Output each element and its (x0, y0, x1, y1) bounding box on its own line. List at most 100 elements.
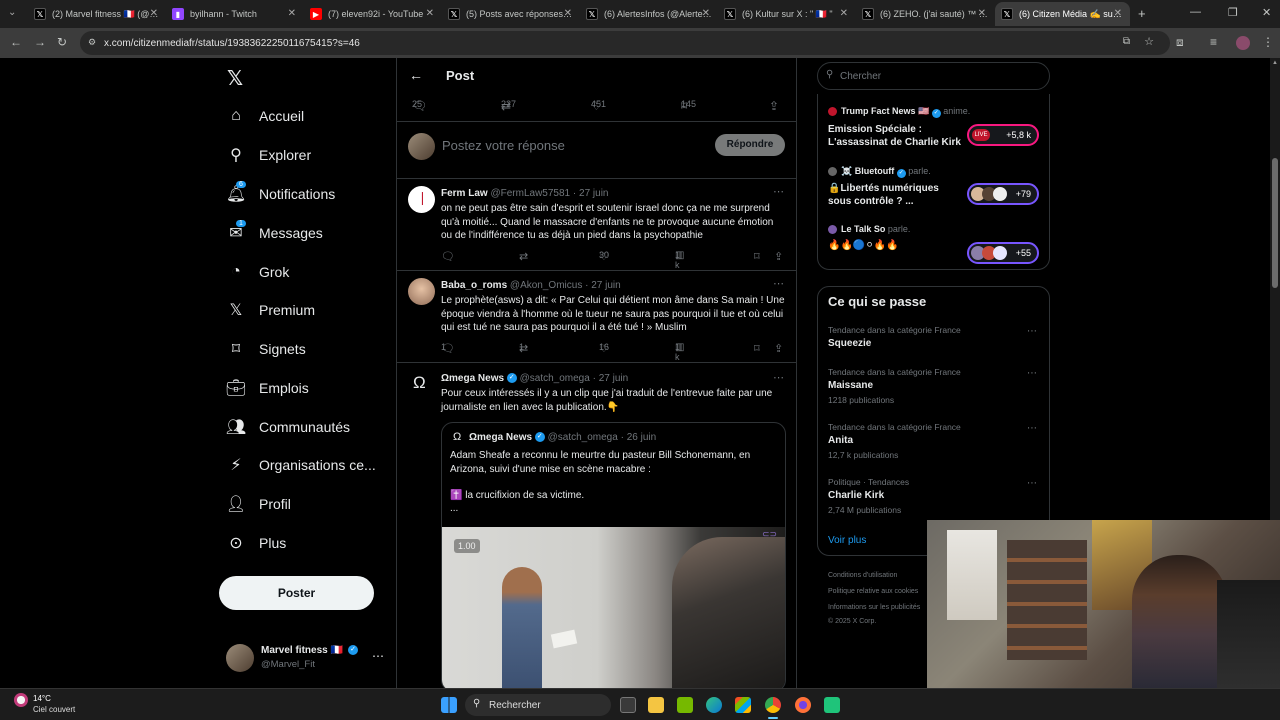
share-icon[interactable]: ⇪ (769, 99, 779, 113)
nav-item-emplois[interactable]: 💼︎ Emplois (226, 373, 309, 403)
quote-author[interactable]: Ωmega News ✓ @satch_omega · 26 juin (469, 432, 656, 443)
task-view-icon[interactable] (620, 697, 636, 713)
app-icon[interactable] (824, 697, 840, 713)
close-icon[interactable]: ✕ (978, 8, 986, 19)
reply-icon[interactable]: 🗨︎ (441, 250, 455, 263)
back-arrow-icon[interactable]: ← (409, 67, 423, 83)
reply-author[interactable]: Ferm Law @FermLaw57581 · 27 juin (441, 188, 608, 199)
quoted-tweet[interactable]: Ω Ωmega News ✓ @satch_omega · 26 juin Ad… (441, 422, 786, 688)
close-icon[interactable]: ✕ (840, 8, 848, 19)
edge-icon[interactable] (706, 697, 722, 713)
scrollbar-up-arrow[interactable]: ▲ (1272, 60, 1278, 66)
video-speed-badge[interactable]: 1.00 (454, 539, 480, 553)
reply-author[interactable]: Baba_o_roms @Akon_Omicus · 27 juin (441, 280, 621, 291)
firefox-icon[interactable] (795, 697, 811, 713)
browser-tab-3[interactable]: ▶ (7) eleven92i - YouTube ✕ (304, 2, 442, 26)
more-icon[interactable]: ⋯ (773, 277, 784, 290)
more-icon[interactable]: ⋯ (773, 185, 784, 198)
trend-more-icon[interactable]: ⋯ (1027, 368, 1037, 379)
windows-start-icon[interactable] (441, 697, 457, 713)
account-switcher[interactable]: Marvel fitness 🇫🇷 ✓ @Marvel_Fit ⋯ (226, 643, 386, 673)
footer-link[interactable]: Informations sur les publicités (828, 604, 920, 611)
install-app-icon[interactable]: ⧉ (1123, 36, 1130, 47)
extensions-icon[interactable]: ⧈ (1176, 35, 1184, 50)
nav-item-explorer[interactable]: ⚲ Explorer (227, 140, 311, 170)
new-tab-icon[interactable]: + (1138, 6, 1146, 21)
close-icon[interactable]: ✕ (150, 8, 158, 19)
close-icon[interactable]: ✕ (288, 8, 296, 19)
address-bar[interactable]: ⚙ x.com/citizenmediafr/status/1938362225… (80, 31, 1170, 55)
trend-more-icon[interactable]: ⋯ (1027, 423, 1037, 434)
nav-item-grok[interactable]: ◔ Grok (227, 257, 289, 287)
store-icon[interactable] (735, 697, 751, 713)
reload-icon[interactable]: ↻ (57, 35, 67, 49)
nav-item-premium[interactable]: 𝕏 Premium (227, 295, 315, 325)
nav-item-profil[interactable]: 👤︎ Profil (226, 489, 291, 519)
nav-item-accueil[interactable]: ⌂ Accueil (227, 101, 304, 131)
nav-item-communautes[interactable]: 👥︎ Communautés (226, 412, 350, 442)
video-player[interactable]: 1.00 ⊂⊃ (442, 527, 785, 688)
browser-tab-4[interactable]: 𝕏 (5) Posts avec réponses de ✕ (442, 2, 580, 26)
more-icon[interactable]: ⋯ (773, 371, 784, 384)
nav-label: Emplois (259, 380, 309, 396)
profile-avatar[interactable] (1236, 36, 1250, 50)
bookmark-icon[interactable]: ⌑ (754, 250, 760, 263)
chrome-icon[interactable] (765, 697, 781, 713)
account-more-icon[interactable]: ⋯ (372, 649, 384, 663)
close-icon[interactable]: ✕ (426, 8, 434, 19)
reply-input[interactable]: Postez votre réponse (442, 138, 565, 153)
nav-item-organisations[interactable]: ⚡︎ Organisations ce... (227, 450, 375, 480)
media-icon[interactable]: ≡ (1210, 35, 1217, 49)
author-handle: @FermLaw57581 (490, 188, 571, 199)
star-icon[interactable]: ☆ (1144, 35, 1154, 48)
browser-tab-7[interactable]: 𝕏 (6) ZEHO. (j'ai sauté) ™ on X ✕ (856, 2, 994, 26)
poster-button[interactable]: Poster (219, 576, 374, 610)
file-explorer-icon[interactable] (648, 697, 664, 713)
minimize-icon[interactable]: — (1190, 6, 1201, 18)
menu-icon[interactable]: ⋮ (1262, 35, 1274, 49)
reply-tweet-3[interactable]: Ω Ωmega News ✓ @satch_omega · 27 juin ⋯ … (397, 363, 797, 688)
separator-dot: · (620, 432, 624, 443)
share-icon[interactable]: ⇪ (774, 250, 783, 263)
maximize-icon[interactable]: ❐ (1228, 6, 1238, 19)
trend-more-icon[interactable]: ⋯ (1027, 326, 1037, 337)
x-logo-icon[interactable]: 𝕏 (227, 66, 243, 91)
space-listeners-pill[interactable]: +79 (967, 183, 1039, 205)
nav-item-signets[interactable]: ⌑ Signets (227, 334, 306, 364)
footer-link[interactable]: Politique relative aux cookies (828, 588, 918, 595)
nvidia-icon[interactable] (677, 697, 693, 713)
nav-item-plus[interactable]: ⊙ Plus (227, 528, 286, 558)
close-icon[interactable]: ✕ (1114, 8, 1122, 19)
site-info-icon[interactable]: ⚙ (88, 37, 96, 48)
voir-plus-link[interactable]: Voir plus (828, 535, 866, 546)
browser-tab-2[interactable]: ▮ byilhann - Twitch ✕ (166, 2, 304, 26)
footer-link[interactable]: Conditions d'utilisation (828, 572, 897, 579)
window-close-icon[interactable]: ✕ (1262, 6, 1271, 19)
tab-search-icon[interactable]: ⌄ (8, 7, 16, 18)
browser-tab-5[interactable]: 𝕏 (6) AlertesInfos (@AlertesInfos) ✕ (580, 2, 718, 26)
weather-icon[interactable] (14, 693, 28, 707)
reply-author[interactable]: Ωmega News ✓ @satch_omega · 27 juin (441, 373, 628, 384)
space-listeners-pill[interactable]: LIVE +5,8 k (967, 124, 1039, 146)
tab-title: (6) ZEHO. (j'ai sauté) ™ on X (880, 9, 988, 19)
scrollbar-thumb[interactable] (1272, 158, 1278, 288)
browser-tab-6[interactable]: 𝕏 (6) Kultur sur X : " 🇫🇷 " ✕ (718, 2, 856, 26)
bookmark-icon[interactable]: ⌑ (754, 342, 760, 355)
close-icon[interactable]: ✕ (564, 8, 572, 19)
nav-item-notifications[interactable]: 🔔︎ 6 Notifications (226, 179, 335, 209)
back-icon[interactable]: ← (10, 35, 22, 49)
repost-icon[interactable]: ⇄ (519, 250, 528, 263)
browser-tab-1[interactable]: 𝕏 (2) Marvel fitness 🇫🇷 (@Marvel_Fit) ✕ (28, 2, 166, 26)
close-icon[interactable]: ✕ (702, 8, 710, 19)
search-input[interactable]: ⚲ Chercher (817, 62, 1050, 90)
nav-item-messages[interactable]: ✉ 1 Messages (227, 218, 323, 248)
trend-more-icon[interactable]: ⋯ (1027, 478, 1037, 489)
space-listeners-pill[interactable]: +55 (967, 242, 1039, 264)
share-icon[interactable]: ⇪ (774, 342, 783, 355)
taskbar-search-input[interactable]: ⚲ Rechercher (465, 694, 611, 716)
forward-icon[interactable]: → (34, 35, 46, 49)
reply-tweet-1[interactable]: ❘ Ferm Law @FermLaw57581 · 27 juin ⋯ on … (397, 179, 797, 270)
reply-tweet-2[interactable]: Baba_o_roms @Akon_Omicus · 27 juin ⋯ Le … (397, 271, 797, 362)
repondre-button[interactable]: Répondre (715, 134, 785, 156)
browser-tab-8-active[interactable]: 𝕏 (6) Citizen Média ✍️ sur X ✕ (995, 2, 1130, 26)
